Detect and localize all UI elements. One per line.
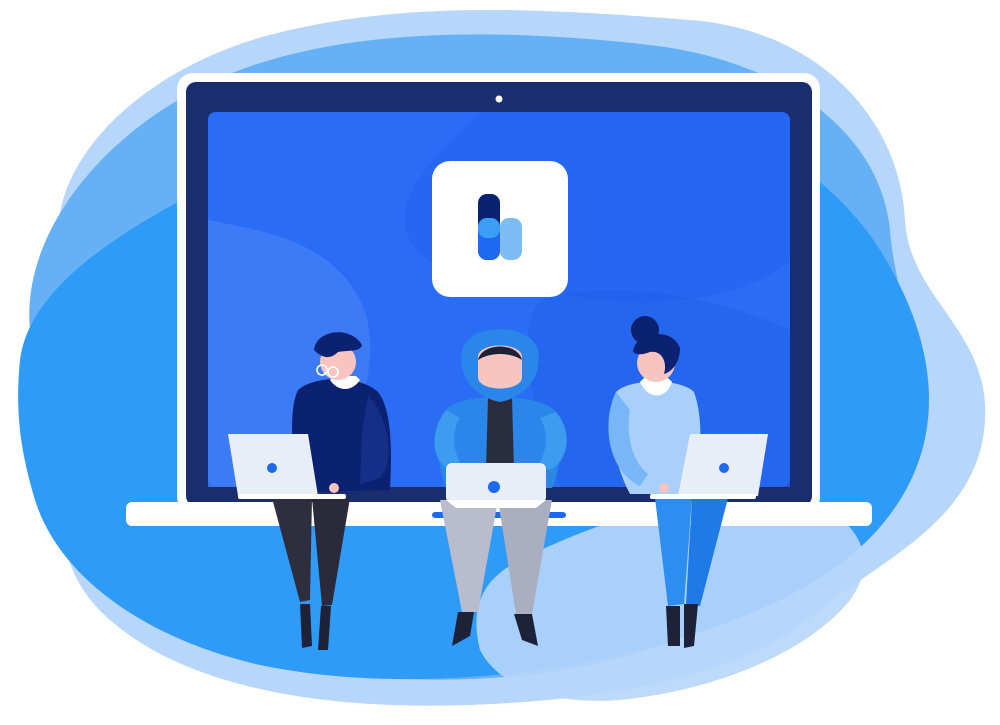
- illustration-svg: [18, 10, 986, 706]
- camera-icon: [495, 95, 503, 103]
- illustration-stage: [0, 0, 1000, 725]
- hair-bun: [631, 316, 659, 344]
- app-logo-icon: [432, 161, 568, 297]
